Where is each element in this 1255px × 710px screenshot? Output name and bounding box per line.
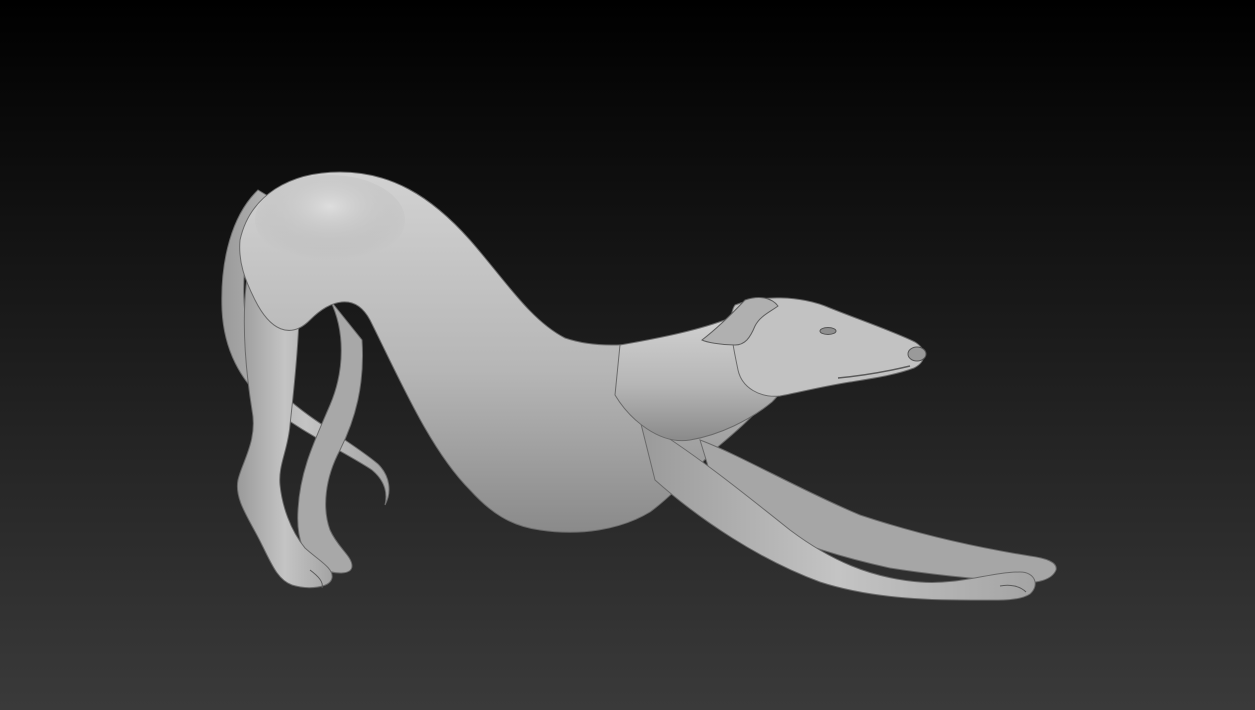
nose [907, 346, 927, 362]
render-canvas [0, 0, 1255, 710]
eye [819, 327, 837, 335]
hip-highlight [255, 175, 405, 265]
render-viewport[interactable] [0, 0, 1255, 710]
